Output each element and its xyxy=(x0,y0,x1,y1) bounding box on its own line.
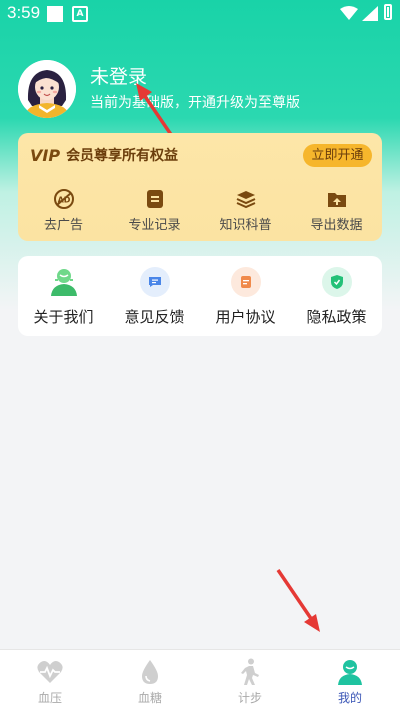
vip-badge: VIP xyxy=(30,145,61,165)
vip-benefit-label: 知识科普 xyxy=(219,218,272,233)
tab-label: 血糖 xyxy=(137,691,162,705)
vip-open-button[interactable]: 立即开通 xyxy=(303,144,372,167)
vip-benefit-export[interactable]: 导出数据 xyxy=(291,189,382,233)
wifi-icon xyxy=(340,6,358,20)
vip-title: 会员尊享所有权益 xyxy=(66,148,179,164)
no-ads-icon: AD xyxy=(53,189,75,209)
menu-item-label: 隐私政策 xyxy=(306,308,367,326)
menu-item-label: 关于我们 xyxy=(33,308,94,326)
vip-title-row: VIP 会员尊享所有权益 xyxy=(30,145,178,165)
vip-benefit-knowledge[interactable]: 知识科普 xyxy=(200,189,291,233)
annotation-arrow-bottom xyxy=(276,569,320,632)
vip-benefit-label: 专业记录 xyxy=(128,218,181,233)
annotation-arrow-top xyxy=(136,83,174,137)
profile-icon xyxy=(336,658,364,686)
tab-label: 计步 xyxy=(237,691,262,705)
profile-subtitle: 当前为基础版，开通升级为至尊版 xyxy=(90,95,300,111)
menu-item-label: 意见反馈 xyxy=(124,308,185,326)
tab-mine[interactable]: 我的 xyxy=(300,650,400,712)
vip-benefit-no-ads[interactable]: AD 去广告 xyxy=(18,189,109,233)
status-time: 3:59 xyxy=(7,3,41,22)
signal-icon xyxy=(362,6,378,21)
notification-a-icon: A xyxy=(72,6,88,22)
tab-label: 血压 xyxy=(37,691,62,705)
avatar[interactable] xyxy=(18,60,76,118)
vip-benefits: AD 去广告 专业记录 知识科普 导出数据 xyxy=(18,189,382,233)
bottom-navigation: 血压 血糖 计步 我的 xyxy=(0,649,400,712)
avatar-girl-icon xyxy=(18,60,76,118)
heart-pulse-icon xyxy=(36,658,64,686)
vip-card[interactable]: VIP 会员尊享所有权益 立即开通 AD 去广告 专业记录 知识科普 导出数 xyxy=(18,133,382,241)
record-icon xyxy=(144,189,166,209)
drop-icon xyxy=(136,658,164,686)
vip-benefit-record[interactable]: 专业记录 xyxy=(109,189,200,233)
menu-card: 关于我们 意见反馈 用户协议 隐私政策 xyxy=(18,256,382,336)
menu-item-label: 用户协议 xyxy=(215,308,276,326)
tab-blood-sugar[interactable]: 血糖 xyxy=(100,650,200,712)
menu-item-privacy[interactable]: 隐私政策 xyxy=(291,256,382,336)
privacy-icon xyxy=(321,267,352,297)
feedback-icon xyxy=(139,267,170,297)
vip-benefit-label: 去广告 xyxy=(43,218,83,233)
walking-icon xyxy=(236,658,264,686)
export-icon xyxy=(326,189,348,209)
tab-steps[interactable]: 计步 xyxy=(200,650,300,712)
knowledge-icon xyxy=(235,189,257,209)
menu-item-agreement[interactable]: 用户协议 xyxy=(200,256,291,336)
tab-blood-pressure[interactable]: 血压 xyxy=(0,650,100,712)
status-bar: 3:59 A xyxy=(0,0,400,28)
about-icon xyxy=(49,267,79,297)
notification-square-icon xyxy=(47,6,63,22)
menu-item-feedback[interactable]: 意见反馈 xyxy=(109,256,200,336)
menu-item-about[interactable]: 关于我们 xyxy=(18,256,109,336)
vip-benefit-label: 导出数据 xyxy=(310,218,363,233)
tab-label: 我的 xyxy=(337,691,362,705)
agreement-icon xyxy=(230,267,261,297)
battery-icon xyxy=(384,4,392,20)
